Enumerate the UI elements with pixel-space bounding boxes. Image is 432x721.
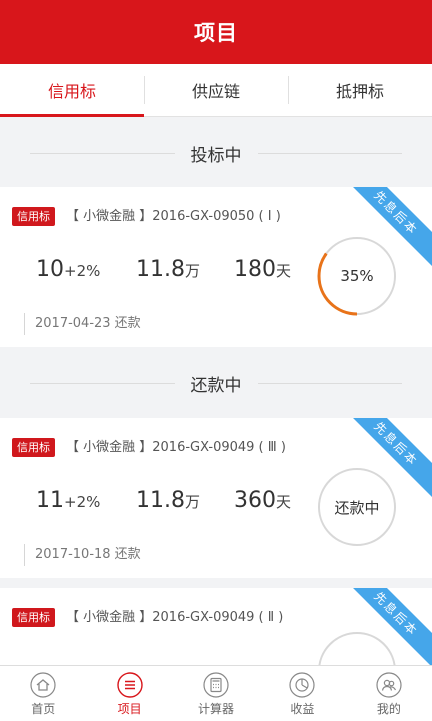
nav-earnings[interactable]: 收益	[259, 666, 345, 721]
credit-badge: 信用标	[12, 608, 55, 627]
section-repaying: 还款中	[0, 347, 432, 419]
progress-ring: 还款中	[316, 466, 398, 548]
repayment-date: 2017-10-18 还款	[24, 544, 141, 566]
calculator-icon	[203, 672, 229, 698]
project-card[interactable]: 信用标 【 小微金融 】2016-GX-09050 ( Ⅰ ) 先息后本 10+…	[0, 187, 432, 347]
progress-ring	[316, 630, 398, 665]
credit-badge: 信用标	[12, 207, 55, 226]
page-title: 项目	[194, 21, 238, 45]
nav-label: 项目	[117, 702, 142, 716]
loan-term: 180天	[234, 257, 291, 282]
tab-mortgage[interactable]: 抵押标	[288, 64, 432, 116]
tab-supply-chain[interactable]: 供应链	[144, 64, 288, 116]
amount-value: 11.8	[136, 257, 185, 282]
nav-mine[interactable]: 我的	[346, 666, 432, 721]
list-icon	[116, 672, 143, 698]
term-unit: 天	[276, 262, 292, 280]
loan-term: 360天	[234, 488, 291, 513]
pie-chart-icon	[289, 672, 316, 698]
app-header: 项目	[0, 0, 432, 64]
loan-amount: 11.8万	[136, 257, 200, 282]
section-bidding: 投标中	[0, 117, 432, 189]
interest-rate: 10+2%	[36, 257, 100, 282]
amount-value: 11.8	[136, 488, 185, 513]
section-title: 还款中	[174, 370, 258, 396]
nav-label: 收益	[290, 702, 315, 716]
credit-badge: 信用标	[12, 438, 55, 457]
term-unit: 天	[276, 493, 292, 511]
bottom-nav: 首页 项目 计算器 收益 我的	[0, 665, 432, 721]
loan-amount: 11.8万	[136, 488, 200, 513]
amount-unit: 万	[184, 262, 200, 280]
nav-label: 计算器	[198, 702, 235, 716]
home-icon	[30, 672, 56, 698]
product-name: 【 小微金融 】2016-GX-09049 ( Ⅲ )	[66, 440, 286, 455]
category-tabs: 信用标 供应链 抵押标	[0, 64, 432, 117]
progress-label: 还款中	[334, 498, 380, 517]
product-name: 【 小微金融 】2016-GX-09049 ( Ⅱ )	[66, 610, 284, 625]
project-card[interactable]: 信用标 【 小微金融 】2016-GX-09049 ( Ⅱ ) 先息后本	[0, 588, 432, 665]
rate-base: 11	[36, 488, 64, 513]
rate-base: 10	[36, 257, 64, 282]
rate-bonus: +2%	[64, 262, 101, 280]
tab-credit[interactable]: 信用标	[0, 64, 144, 117]
user-icon	[376, 672, 402, 698]
progress-ring: 35%	[316, 235, 398, 317]
nav-label: 首页	[31, 702, 56, 716]
nav-calculator[interactable]: 计算器	[173, 666, 259, 721]
nav-home[interactable]: 首页	[0, 666, 86, 721]
nav-projects[interactable]: 项目	[86, 666, 172, 721]
repayment-date: 2017-04-23 还款	[24, 313, 141, 335]
amount-unit: 万	[184, 493, 200, 511]
rate-bonus: +2%	[64, 493, 101, 511]
section-title: 投标中	[174, 140, 258, 166]
nav-label: 我的	[376, 702, 401, 716]
term-value: 180	[234, 257, 276, 282]
project-card[interactable]: 信用标 【 小微金融 】2016-GX-09049 ( Ⅲ ) 先息后本 11+…	[0, 418, 432, 578]
interest-rate: 11+2%	[36, 488, 100, 513]
progress-label: 35%	[340, 267, 374, 285]
term-value: 360	[234, 488, 276, 513]
product-name: 【 小微金融 】2016-GX-09050 ( Ⅰ )	[66, 209, 281, 224]
